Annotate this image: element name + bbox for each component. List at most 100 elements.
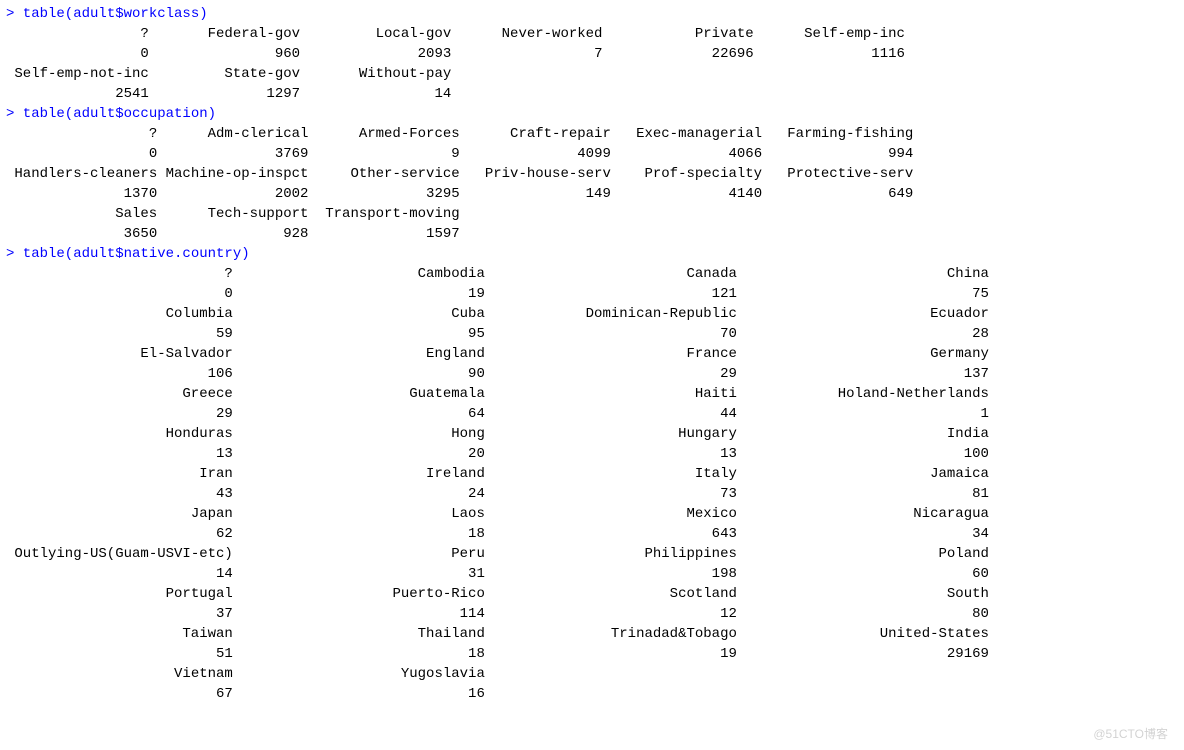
table-cell: Portugal <box>6 584 233 604</box>
table-cell: Sales <box>6 204 157 224</box>
table-cell: 4099 <box>460 144 611 164</box>
table-cell: Poland <box>737 544 989 564</box>
prompt-workclass: > table(adult$workclass) <box>6 4 1178 24</box>
table-cell: 90 <box>233 364 485 384</box>
table-cell: 62 <box>6 524 233 544</box>
table-row: PortugalPuerto-RicoScotlandSouth <box>6 584 1178 604</box>
table-cell: Jamaica <box>737 464 989 484</box>
table-cell: 3650 <box>6 224 157 244</box>
table-cell: 106 <box>6 364 233 384</box>
table-cell: 80 <box>737 604 989 624</box>
table-cell: Self-emp-not-inc <box>6 64 149 84</box>
table-cell: Handlers-cleaners <box>6 164 157 184</box>
table-cell: 81 <box>737 484 989 504</box>
table-cell: Self-emp-inc <box>754 24 905 44</box>
table-cell: 198 <box>485 564 737 584</box>
table-cell: 149 <box>460 184 611 204</box>
table-cell: Cuba <box>233 304 485 324</box>
table-row: 621864334 <box>6 524 1178 544</box>
table-cell: 59 <box>6 324 233 344</box>
table-cell: 0 <box>6 144 157 164</box>
table-cell: 114 <box>233 604 485 624</box>
table-row: 51181929169 <box>6 644 1178 664</box>
table-row: IranIrelandItalyJamaica <box>6 464 1178 484</box>
table-cell: Local-gov <box>300 24 451 44</box>
table-cell: 100 <box>737 444 989 464</box>
table-row: 36509281597 <box>6 224 1178 244</box>
table-cell: 1370 <box>6 184 157 204</box>
table-cell: Transport-moving <box>308 204 459 224</box>
table-row: 371141280 <box>6 604 1178 624</box>
table-cell: 2093 <box>300 44 451 64</box>
table-cell: ? <box>6 264 233 284</box>
table-cell: Laos <box>233 504 485 524</box>
table-cell: 1116 <box>754 44 905 64</box>
table-cell: Scotland <box>485 584 737 604</box>
table-cell: 60 <box>737 564 989 584</box>
table-row: ?CambodiaCanadaChina <box>6 264 1178 284</box>
table-cell: Ecuador <box>737 304 989 324</box>
table-row: 03769940994066994 <box>6 144 1178 164</box>
prompt-text: > table(adult$native.country) <box>6 246 250 262</box>
table-cell: 43 <box>6 484 233 504</box>
table-cell: 75 <box>737 284 989 304</box>
table-row: 2541129714 <box>6 84 1178 104</box>
table-row: JapanLaosMexicoNicaragua <box>6 504 1178 524</box>
table-cell: 1297 <box>149 84 300 104</box>
table-cell: 18 <box>233 644 485 664</box>
table-row: ?Adm-clericalArmed-ForcesCraft-repairExe… <box>6 124 1178 144</box>
table-cell: Ireland <box>233 464 485 484</box>
table-row: 6716 <box>6 684 1178 704</box>
table-row: Self-emp-not-incState-govWithout-pay <box>6 64 1178 84</box>
table-row: HondurasHongHungaryIndia <box>6 424 1178 444</box>
table-cell: Other-service <box>308 164 459 184</box>
table-cell: Federal-gov <box>149 24 300 44</box>
table-cell: Hong <box>233 424 485 444</box>
table-cell: 29 <box>6 404 233 424</box>
table-cell: Farming-fishing <box>762 124 913 144</box>
table-cell: Without-pay <box>300 64 451 84</box>
table-cell: 2541 <box>6 84 149 104</box>
table-cell: Canada <box>485 264 737 284</box>
table-cell: Nicaragua <box>737 504 989 524</box>
table-row: El-SalvadorEnglandFranceGermany <box>6 344 1178 364</box>
table-cell: Protective-serv <box>762 164 913 184</box>
table-row: 143119860 <box>6 564 1178 584</box>
table-cell: 64 <box>233 404 485 424</box>
table-cell: Outlying-US(Guam-USVI-etc) <box>6 544 233 564</box>
table-cell: Dominican-Republic <box>485 304 737 324</box>
table-cell: 16 <box>233 684 485 704</box>
table-cell: 22696 <box>602 44 753 64</box>
table-cell: Philippines <box>485 544 737 564</box>
table-cell: 44 <box>485 404 737 424</box>
table-cell: 51 <box>6 644 233 664</box>
table-row: 096020937226961116 <box>6 44 1178 64</box>
table-cell: South <box>737 584 989 604</box>
table-cell: 994 <box>762 144 913 164</box>
table-cell: 13 <box>485 444 737 464</box>
table-cell: Peru <box>233 544 485 564</box>
table-cell: ? <box>6 124 157 144</box>
table-cell: Tech-support <box>157 204 308 224</box>
table-cell: 7 <box>451 44 602 64</box>
table-cell: 137 <box>737 364 989 384</box>
table-cell: Hungary <box>485 424 737 444</box>
table-cell: Private <box>602 24 753 44</box>
table-cell: Adm-clerical <box>157 124 308 144</box>
table-cell: 14 <box>6 564 233 584</box>
table-cell: 67 <box>6 684 233 704</box>
table-row: GreeceGuatemalaHaitiHoland-Netherlands <box>6 384 1178 404</box>
table-row: TaiwanThailandTrinadad&TobagoUnited-Stat… <box>6 624 1178 644</box>
table-cell: Columbia <box>6 304 233 324</box>
table-cell: 29 <box>485 364 737 384</box>
table-cell: India <box>737 424 989 444</box>
table-cell: Never-worked <box>451 24 602 44</box>
table-cell: Cambodia <box>233 264 485 284</box>
table-cell: 31 <box>233 564 485 584</box>
table-cell: 1597 <box>308 224 459 244</box>
table-country: ?CambodiaCanadaChina01912175ColumbiaCuba… <box>6 264 1178 704</box>
prompt-text: > table(adult$occupation) <box>6 106 216 122</box>
table-cell: Guatemala <box>233 384 485 404</box>
prompt-country: > table(adult$native.country) <box>6 244 1178 264</box>
table-row: SalesTech-supportTransport-moving <box>6 204 1178 224</box>
